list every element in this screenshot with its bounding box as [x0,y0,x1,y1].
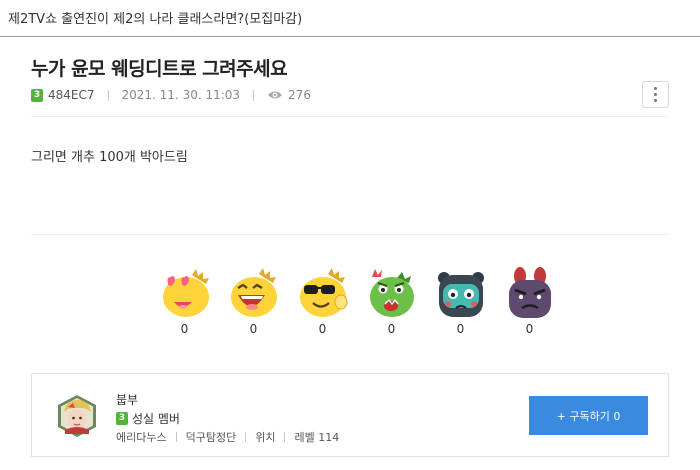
laughing-dino-icon [230,268,277,317]
reaction-count: 0 [387,322,396,336]
info-divider [245,432,247,442]
eye-icon [268,91,283,99]
view-count: 276 [288,88,311,102]
author-card: 붑부 3 성실 멤버 에리다누스 덕구탐정단 위치 레벨 114 + 구독하기 … [31,373,669,457]
subscribe-button[interactable]: + 구독하기 0 [529,396,648,435]
reaction-count: 0 [318,322,327,336]
reaction-sad[interactable]: 0 [426,266,495,336]
level-badge: 3 [116,412,128,425]
reaction-sunglasses[interactable]: 0 [288,266,357,336]
content-divider-bottom [31,234,669,235]
reaction-count: 0 [180,322,189,336]
reaction-angry[interactable]: 0 [357,266,426,336]
reaction-count: 0 [456,322,465,336]
reaction-furious[interactable]: 0 [495,266,564,336]
sunglasses-dino-icon [299,268,347,317]
info-divider [175,432,177,442]
more-dot [654,99,657,102]
angry-green-dino-icon [369,269,414,317]
crying-bear-icon [437,272,484,317]
author-info: 에리다누스 덕구탐정단 위치 레벨 114 [116,429,339,445]
more-dot [654,93,657,96]
author-avatar[interactable] [55,394,99,438]
author-server: 에리다누스 [116,431,167,444]
reaction-count: 0 [249,322,258,336]
angry-purple-bunny-icon [508,267,551,318]
meta-divider [107,89,109,101]
post-datetime: 2021. 11. 30. 11:03 [121,88,241,102]
author-level: 레벨 114 [294,431,340,444]
reaction-heart-eyes[interactable]: 0 [150,266,219,336]
author-nickname[interactable]: 붑부 [116,391,138,408]
reaction-count: 0 [525,322,534,336]
heart-eyes-dino-icon [162,269,209,317]
post-body: 그리면 개추 100개 박아드림 [31,150,188,165]
more-dot [654,87,657,90]
reaction-laughing[interactable]: 0 [219,266,288,336]
level-badge: 3 [31,88,43,102]
post-author[interactable]: 484EC7 [48,88,95,102]
content-divider-top [31,116,669,117]
author-class: 위치 [255,431,276,444]
author-guild: 덕구탐정단 [185,431,237,444]
meta-divider [253,89,255,101]
reaction-bar: 0 0 0 0 0 0 [150,266,564,336]
post-title: 누가 윤모 웨딩디트로 그려주세요 [31,58,288,80]
board-title[interactable]: 제2TV쇼 출연진이 제2의 나라 클래스라면?(모집마감) [8,8,302,27]
info-divider [284,432,286,442]
post-meta: 3 484EC7 2021. 11. 30. 11:03 276 [31,87,311,103]
more-options-button[interactable] [642,81,669,108]
header-divider [0,36,700,37]
rank-label: 성실 멤버 [132,412,180,426]
author-rank: 3 성실 멤버 [116,410,180,427]
